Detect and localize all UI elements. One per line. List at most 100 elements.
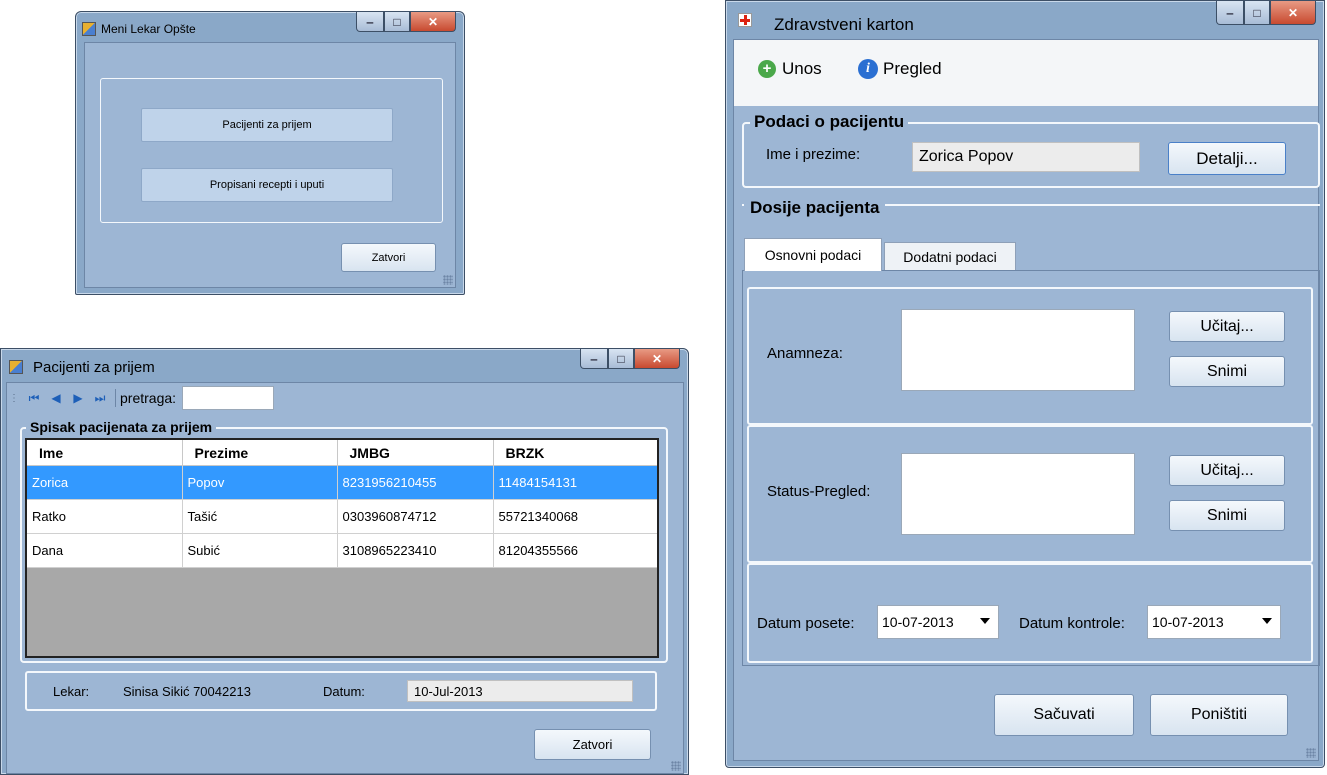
pacijenti-table: Ime Prezime JMBG BRZK Zorica Popov 82319… [27, 440, 657, 568]
maximize-button[interactable]: □ [1244, 1, 1270, 25]
datum-posete-label: Datum posete: [757, 615, 855, 632]
chevron-down-icon[interactable] [980, 618, 990, 624]
meni-client: Pacijenti za prijem Propisani recepti i … [84, 42, 456, 288]
pretraga-label: pretraga: [120, 390, 177, 406]
snimi-status-button[interactable]: Snimi [1169, 500, 1285, 531]
pretraga-input[interactable] [182, 386, 275, 410]
menu-strip: + Unos i Pregled [734, 40, 1318, 106]
cell-ime[interactable]: Zorica [27, 465, 183, 500]
tab-page-osnovni: Anamneza: Učitaj... Snimi Status-Pregled… [742, 270, 1320, 666]
meni-titlebar[interactable]: Meni Lekar Opšte ‒ □ ✕ [76, 12, 464, 40]
table-row[interactable]: Ratko Tašić 0303960874712 55721340068 [27, 499, 657, 534]
datum-posete-picker[interactable]: 10-07-2013 [877, 605, 999, 639]
meni-window-controls: ‒ □ ✕ [356, 12, 456, 32]
meni-window: Meni Lekar Opšte ‒ □ ✕ Pacijenti za prij… [75, 11, 465, 295]
karton-window-controls: ‒ □ ✕ [1216, 1, 1316, 25]
podaci-group-title: Podaci o pacijentu [750, 112, 909, 132]
column-header-prezime[interactable]: Prezime [182, 440, 338, 466]
propisani-recepti-button[interactable]: Propisani recepti i uputi [141, 168, 393, 202]
minimize-button[interactable]: ‒ [1216, 1, 1244, 25]
datum-kontrole-label: Datum kontrole: [1019, 615, 1125, 632]
cell-prezime[interactable]: Popov [182, 465, 338, 500]
table-row[interactable]: Dana Subić 3108965223410 81204355566 [27, 533, 657, 568]
menu-item-unos[interactable]: + Unos [758, 59, 822, 79]
pacijenti-za-prijem-button[interactable]: Pacijenti za prijem [141, 108, 393, 142]
binding-navigator: ⋮ ⏮ ◀ ▶ ⏭ pretraga: [9, 385, 275, 411]
detalji-button[interactable]: Detalji... [1168, 142, 1286, 175]
ucitaj-status-button[interactable]: Učitaj... [1169, 455, 1285, 486]
datum-kontrole-picker[interactable]: 10-07-2013 [1147, 605, 1281, 639]
red-cross-icon [738, 13, 752, 27]
status-pregled-input[interactable] [901, 453, 1135, 535]
toolstrip-grip: ⋮ [9, 392, 19, 404]
prijem-titlebar[interactable]: Pacijenti za prijem ‒ □ ✕ [1, 349, 688, 381]
prijem-client: ⋮ ⏮ ◀ ▶ ⏭ pretraga: Spisak pacijenata za… [6, 382, 684, 774]
meni-panel: Pacijenti za prijem Propisani recepti i … [100, 78, 443, 223]
tab-dodatni-podaci[interactable]: Dodatni podaci [884, 242, 1016, 270]
close-button[interactable]: ✕ [634, 349, 680, 369]
app-icon [9, 360, 23, 374]
cell-prezime[interactable]: Subić [182, 533, 338, 568]
table-header-row: Ime Prezime JMBG BRZK [27, 440, 657, 466]
anamneza-panel: Anamneza: Učitaj... Snimi [747, 287, 1313, 425]
cell-jmbg[interactable]: 3108965223410 [337, 533, 494, 568]
prijem-window-controls: ‒ □ ✕ [580, 349, 680, 369]
karton-title: Zdravstveni karton [774, 15, 914, 34]
menu-label-unos: Unos [782, 59, 822, 78]
column-header-jmbg[interactable]: JMBG [337, 440, 494, 466]
pacijenti-grid[interactable]: Ime Prezime JMBG BRZK Zorica Popov 82319… [25, 438, 659, 658]
close-button[interactable]: ✕ [1270, 1, 1316, 25]
cell-ime[interactable]: Ratko [27, 499, 183, 534]
resize-grip[interactable] [1306, 748, 1316, 758]
datum-posete-value: 10-07-2013 [882, 614, 954, 630]
status-pregled-label: Status-Pregled: [767, 483, 871, 500]
move-previous-icon[interactable]: ◀ [45, 387, 67, 409]
podaci-group: Podaci o pacijentu Ime i prezime: Zorica… [742, 112, 1320, 188]
datum-field: 10-Jul-2013 [407, 680, 633, 702]
move-last-icon[interactable]: ⏭ [89, 387, 111, 409]
anamneza-input[interactable] [901, 309, 1135, 391]
resize-grip[interactable] [443, 275, 453, 285]
ime-prezime-label: Ime i prezime: [766, 146, 861, 163]
move-next-icon[interactable]: ▶ [67, 387, 89, 409]
column-header-ime[interactable]: Ime [27, 440, 183, 466]
toolstrip-separator [115, 389, 116, 407]
zatvori-button[interactable]: Zatvori [534, 729, 651, 760]
green-plus-icon: + [758, 60, 776, 78]
ucitaj-anamneza-button[interactable]: Učitaj... [1169, 311, 1285, 342]
cell-prezime[interactable]: Tašić [182, 499, 338, 534]
cell-ime[interactable]: Dana [27, 533, 183, 568]
minimize-button[interactable]: ‒ [356, 12, 384, 32]
anamneza-label: Anamneza: [767, 345, 843, 362]
resize-grip[interactable] [671, 761, 681, 771]
maximize-button[interactable]: □ [608, 349, 634, 369]
move-first-icon[interactable]: ⏮ [23, 387, 45, 409]
cell-brzk[interactable]: 81204355566 [493, 533, 657, 568]
minimize-button[interactable]: ‒ [580, 349, 608, 369]
tab-osnovni-podaci[interactable]: Osnovni podaci [744, 238, 882, 271]
app-icon [82, 22, 96, 36]
cell-brzk[interactable]: 11484154131 [493, 465, 657, 500]
dosije-group-title: Dosije pacijenta [744, 198, 886, 218]
sacuvati-button[interactable]: Sačuvati [994, 694, 1134, 736]
cell-brzk[interactable]: 55721340068 [493, 499, 657, 534]
column-header-brzk[interactable]: BRZK [493, 440, 657, 466]
zatvori-button[interactable]: Zatvori [341, 243, 436, 272]
menu-item-pregled[interactable]: i Pregled [858, 59, 942, 79]
datum-kontrole-value: 10-07-2013 [1152, 614, 1224, 630]
maximize-button[interactable]: □ [384, 12, 410, 32]
lekar-label: Lekar: [53, 684, 90, 699]
cell-jmbg[interactable]: 8231956210455 [337, 465, 494, 500]
prijem-title: Pacijenti za prijem [33, 359, 155, 376]
ponistiti-button[interactable]: Poništiti [1150, 694, 1288, 736]
ime-prezime-field: Zorica Popov [912, 142, 1140, 172]
lekar-value: Sinisa Sikić 70042213 [123, 684, 251, 699]
datum-panel: Datum posete: 10-07-2013 Datum kontrole:… [747, 563, 1313, 663]
close-button[interactable]: ✕ [410, 12, 456, 32]
meni-title: Meni Lekar Opšte [101, 22, 196, 36]
chevron-down-icon[interactable] [1262, 618, 1272, 624]
karton-titlebar[interactable]: Zdravstveni karton ‒ □ ✕ [726, 1, 1324, 41]
snimi-anamneza-button[interactable]: Snimi [1169, 356, 1285, 387]
cell-jmbg[interactable]: 0303960874712 [337, 499, 494, 534]
table-row[interactable]: Zorica Popov 8231956210455 11484154131 [27, 465, 657, 500]
